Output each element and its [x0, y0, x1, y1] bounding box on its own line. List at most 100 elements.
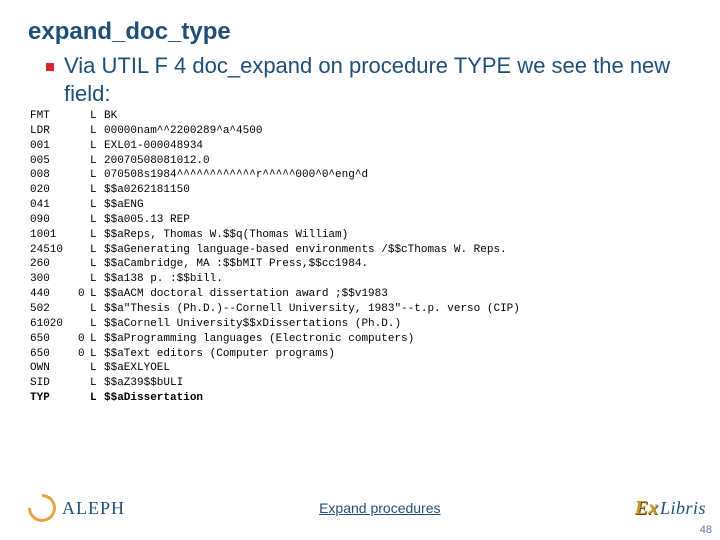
- field-value: $$a0262181150: [104, 183, 692, 198]
- field-tag: 001: [30, 139, 78, 154]
- record-row: 041 L$$aENG: [30, 198, 692, 213]
- field-code: L: [90, 124, 104, 139]
- record-row: FMT LBK: [30, 109, 692, 124]
- field-value: $$aENG: [104, 198, 692, 213]
- record-row: 001 LEXL01-000048934: [30, 139, 692, 154]
- field-value: $$aReps, Thomas W.$$q(Thomas William): [104, 228, 692, 243]
- record-row: 020 L$$a0262181150: [30, 183, 692, 198]
- field-value: $$aZ39$$bULI: [104, 376, 692, 391]
- field-value: $$aProgramming languages (Electronic com…: [104, 332, 692, 347]
- field-value: $$aEXLYOEL: [104, 361, 692, 376]
- record-row: SID L$$aZ39$$bULI: [30, 376, 692, 391]
- field-value: $$a138 p. :$$bill.: [104, 272, 692, 287]
- field-tag: 260: [30, 257, 78, 272]
- field-indicator: [78, 302, 90, 317]
- field-tag: 650: [30, 332, 78, 347]
- field-code: L: [90, 243, 104, 258]
- field-tag: TYP: [30, 391, 78, 406]
- field-code: L: [90, 213, 104, 228]
- field-code: L: [90, 109, 104, 124]
- record-row: 260 L$$aCambridge, MA :$$bMIT Press,$$cc1…: [30, 257, 692, 272]
- record-row: 005 L20070508081012.0: [30, 154, 692, 169]
- record-row: TYP L$$aDissertation: [30, 391, 692, 406]
- field-code: L: [90, 272, 104, 287]
- footer: ALEPH Expand procedures Ex Libris: [0, 488, 720, 528]
- field-value: $$aText editors (Computer programs): [104, 347, 692, 362]
- record-row: OWNL$$aEXLYOEL: [30, 361, 692, 376]
- field-code: L: [90, 183, 104, 198]
- exlibris-ex: Ex: [635, 497, 658, 520]
- field-tag: FMT: [30, 109, 78, 124]
- field-code: L: [90, 168, 104, 183]
- record-row: 008 L070508s1984^^^^^^^^^^^^r^^^^^000^0^e…: [30, 168, 692, 183]
- bullet-text: Via UTIL F 4 doc_expand on procedure TYP…: [64, 52, 692, 107]
- field-tag: 61020: [30, 317, 78, 332]
- footer-center-link[interactable]: Expand procedures: [125, 500, 635, 516]
- field-indicator: [78, 154, 90, 169]
- field-tag: LDR: [30, 124, 78, 139]
- field-code: L: [90, 228, 104, 243]
- field-tag: 041: [30, 198, 78, 213]
- field-indicator: [78, 183, 90, 198]
- field-indicator: [78, 272, 90, 287]
- slide-title: expand_doc_type: [28, 18, 692, 46]
- field-code: L: [90, 139, 104, 154]
- field-code: L: [90, 376, 104, 391]
- field-indicator: [78, 228, 90, 243]
- record-row: 61020L$$aCornell University$$xDissertati…: [30, 317, 692, 332]
- field-value: EXL01-000048934: [104, 139, 692, 154]
- exlibris-libris: Libris: [660, 498, 706, 519]
- field-code: L: [90, 287, 104, 302]
- field-indicator: [78, 243, 90, 258]
- record-row: 300 L$$a138 p. :$$bill.: [30, 272, 692, 287]
- field-tag: 650: [30, 347, 78, 362]
- aleph-word: ALEPH: [62, 498, 125, 519]
- field-tag: 300: [30, 272, 78, 287]
- field-value: $$aGenerating language-based environment…: [104, 243, 692, 258]
- aleph-logo: ALEPH: [28, 494, 125, 522]
- field-tag: SID: [30, 376, 78, 391]
- exlibris-logo: Ex Libris: [635, 497, 706, 520]
- field-value: 00000nam^^2200289^a^4500: [104, 124, 692, 139]
- field-value: 20070508081012.0: [104, 154, 692, 169]
- field-value: $$aCambridge, MA :$$bMIT Press,$$cc1984.: [104, 257, 692, 272]
- field-tag: 1001: [30, 228, 78, 243]
- record-row: 090L$$a005.13 REP: [30, 213, 692, 228]
- field-value: $$a"Thesis (Ph.D.)--Cornell University, …: [104, 302, 692, 317]
- slide: expand_doc_type Via UTIL F 4 doc_expand …: [0, 0, 720, 540]
- bullet-marker-icon: [46, 63, 54, 71]
- field-code: L: [90, 198, 104, 213]
- field-indicator: [78, 361, 90, 376]
- bullet-line: Via UTIL F 4 doc_expand on procedure TYP…: [46, 52, 692, 107]
- field-code: L: [90, 347, 104, 362]
- field-indicator: 0: [78, 332, 90, 347]
- field-indicator: [78, 213, 90, 228]
- field-code: L: [90, 317, 104, 332]
- field-tag: OWN: [30, 361, 78, 376]
- field-code: L: [90, 302, 104, 317]
- field-code: L: [90, 391, 104, 406]
- field-tag: 24510: [30, 243, 78, 258]
- record-row: 24510 L$$aGenerating language-based envir…: [30, 243, 692, 258]
- field-code: L: [90, 257, 104, 272]
- field-indicator: 0: [78, 347, 90, 362]
- field-tag: 502: [30, 302, 78, 317]
- field-indicator: [78, 168, 90, 183]
- field-value: $$aDissertation: [104, 391, 692, 406]
- field-indicator: [78, 391, 90, 406]
- field-tag: 005: [30, 154, 78, 169]
- field-value: $$a005.13 REP: [104, 213, 692, 228]
- field-indicator: [78, 198, 90, 213]
- record-row: 502 L$$a"Thesis (Ph.D.)--Cornell Universi…: [30, 302, 692, 317]
- field-code: L: [90, 154, 104, 169]
- record-row: 6500L$$aProgramming languages (Electroni…: [30, 332, 692, 347]
- field-value: BK: [104, 109, 692, 124]
- field-tag: 020: [30, 183, 78, 198]
- field-indicator: [78, 109, 90, 124]
- field-indicator: [78, 257, 90, 272]
- field-value: $$aACM doctoral dissertation award ;$$v1…: [104, 287, 692, 302]
- page-number: 48: [700, 524, 712, 536]
- field-indicator: [78, 124, 90, 139]
- field-tag: 008: [30, 168, 78, 183]
- field-value: 070508s1984^^^^^^^^^^^^r^^^^^000^0^eng^d: [104, 168, 692, 183]
